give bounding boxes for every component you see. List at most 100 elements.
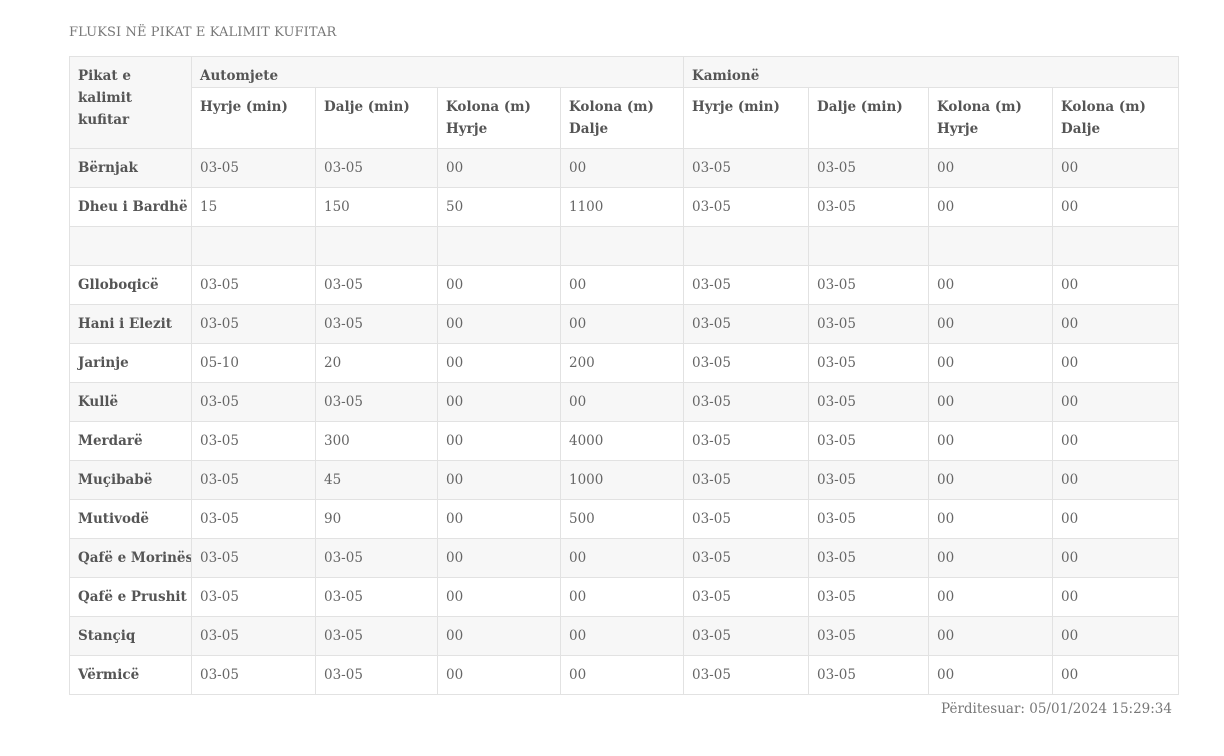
border-point-name: Hani i Elezit [69, 304, 192, 344]
table-cell: 03-05 [191, 616, 316, 656]
table-cell: 200 [560, 343, 684, 383]
border-point-name: Muçibabë [69, 460, 192, 500]
table-header: Pikat e kalimit kufitar Automjete Kamion… [69, 56, 1179, 149]
table-cell: 45 [315, 460, 438, 500]
table-cell: 03-05 [191, 577, 316, 617]
border-point-name [69, 226, 192, 266]
table-cell: 00 [437, 538, 561, 578]
table-cell: 03-05 [808, 538, 929, 578]
table-cell: 03-05 [191, 655, 316, 695]
table-cell: 03-05 [315, 148, 438, 188]
table-cell: 03-05 [683, 382, 809, 422]
table-cell: 03-05 [191, 304, 316, 344]
table-cell: 00 [928, 343, 1053, 383]
header-trucks-queue-entry: Kolona (m) Hyrje [928, 87, 1053, 149]
table-cell: 00 [1052, 655, 1179, 695]
table-cell: 03-05 [683, 265, 809, 305]
table-cell: 03-05 [315, 655, 438, 695]
table-cell: 03-05 [683, 499, 809, 539]
table-cell: 00 [437, 265, 561, 305]
table-cell: 03-05 [683, 421, 809, 461]
table-cell: 05-10 [191, 343, 316, 383]
border-point-name: Stançiq [69, 616, 192, 656]
border-point-name: Kullë [69, 382, 192, 422]
table-cell: 00 [1052, 499, 1179, 539]
border-point-name: Merdarë [69, 421, 192, 461]
table-cell [928, 226, 1053, 266]
table-cell: 00 [560, 304, 684, 344]
table-cell: 00 [1052, 265, 1179, 305]
header-vehicles-queue-entry: Kolona (m) Hyrje [437, 87, 561, 149]
table-cell: 03-05 [683, 616, 809, 656]
table-cell: 00 [928, 421, 1053, 461]
table-cell: 03-05 [315, 304, 438, 344]
table-cell: 00 [437, 148, 561, 188]
table-cell: 00 [928, 460, 1053, 500]
border-point-name: Qafë e Morinës [69, 538, 192, 578]
table-row: Stançiq 03-05 03-05 00 00 03-05 03-05 00 00 [69, 616, 1179, 656]
table-cell: 03-05 [683, 187, 809, 227]
table-cell: 00 [560, 148, 684, 188]
border-point-name: Dheu i Bardhë [69, 187, 192, 227]
header-border-point: Pikat e kalimit kufitar [69, 56, 192, 149]
table-cell: 03-05 [808, 499, 929, 539]
table-cell: 90 [315, 499, 438, 539]
page-title: FLUKSI NË PIKAT E KALIMIT KUFITAR [69, 25, 337, 40]
table-cell: 00 [1052, 304, 1179, 344]
table-cell: 00 [1052, 460, 1179, 500]
table-cell: 03-05 [808, 421, 929, 461]
border-flux-table: Pikat e kalimit kufitar Automjete Kamion… [69, 56, 1179, 695]
table-cell [437, 226, 561, 266]
table-row [69, 226, 1179, 266]
table-cell [191, 226, 316, 266]
table-cell: 00 [1052, 421, 1179, 461]
table-cell: 00 [1052, 382, 1179, 422]
table-row: Merdarë 03-05 300 00 4000 03-05 03-05 00 00 [69, 421, 1179, 461]
table-cell: 03-05 [315, 577, 438, 617]
table-row: Dheu i Bardhë 15 150 50 1100 03-05 03-05 00 00 [69, 187, 1179, 227]
last-updated-timestamp: Përditesuar: 05/01/2024 15:29:34 [941, 701, 1172, 717]
table-cell: 00 [560, 382, 684, 422]
table-cell: 1000 [560, 460, 684, 500]
table-cell: 00 [928, 577, 1053, 617]
table-cell: 03-05 [315, 265, 438, 305]
table-cell: 03-05 [808, 655, 929, 695]
table-cell: 00 [437, 304, 561, 344]
table-cell: 00 [560, 577, 684, 617]
table-row: Glloboqicë 03-05 03-05 00 00 03-05 03-05 00 00 [69, 265, 1179, 305]
table-cell: 00 [437, 499, 561, 539]
header-group-vehicles: Automjete [191, 56, 684, 88]
table-cell: 03-05 [191, 265, 316, 305]
table-cell [808, 226, 929, 266]
table-cell: 00 [928, 538, 1053, 578]
table-row: Hani i Elezit 03-05 03-05 00 00 03-05 03-05 00 0… [69, 304, 1179, 344]
table-row: Muçibabë 03-05 45 00 1000 03-05 03-05 00 00 [69, 460, 1179, 500]
table-cell: 300 [315, 421, 438, 461]
header-vehicles-exit-min: Dalje (min) [315, 87, 438, 149]
table-cell: 03-05 [683, 538, 809, 578]
table-cell: 00 [437, 421, 561, 461]
table-cell: 00 [437, 577, 561, 617]
table-cell [560, 226, 684, 266]
table-cell: 00 [1052, 577, 1179, 617]
table-cell: 00 [560, 655, 684, 695]
table-cell: 03-05 [808, 460, 929, 500]
table-row: Vërmicë 03-05 03-05 00 00 03-05 03-05 00 00 [69, 655, 1179, 695]
table-cell: 00 [437, 382, 561, 422]
table-cell: 00 [437, 655, 561, 695]
table-cell: 03-05 [808, 616, 929, 656]
page-content: FLUKSI NË PIKAT E KALIMIT KUFITAR Pikat … [69, 24, 1179, 717]
table-cell: 00 [1052, 538, 1179, 578]
table-cell [315, 226, 438, 266]
table-row: Qafë e Morinës 03-05 03-05 00 00 03-05 03-05 00… [69, 538, 1179, 578]
table-cell: 03-05 [808, 187, 929, 227]
table-cell: 00 [1052, 148, 1179, 188]
table-cell: 03-05 [315, 382, 438, 422]
table-cell: 03-05 [683, 460, 809, 500]
header-group-trucks: Kamionë [683, 56, 1179, 88]
table-cell: 00 [928, 499, 1053, 539]
table-cell: 03-05 [683, 343, 809, 383]
header-trucks-exit-min: Dalje (min) [808, 87, 929, 149]
table-cell: 03-05 [683, 577, 809, 617]
border-point-name: Bërnjak [69, 148, 192, 188]
